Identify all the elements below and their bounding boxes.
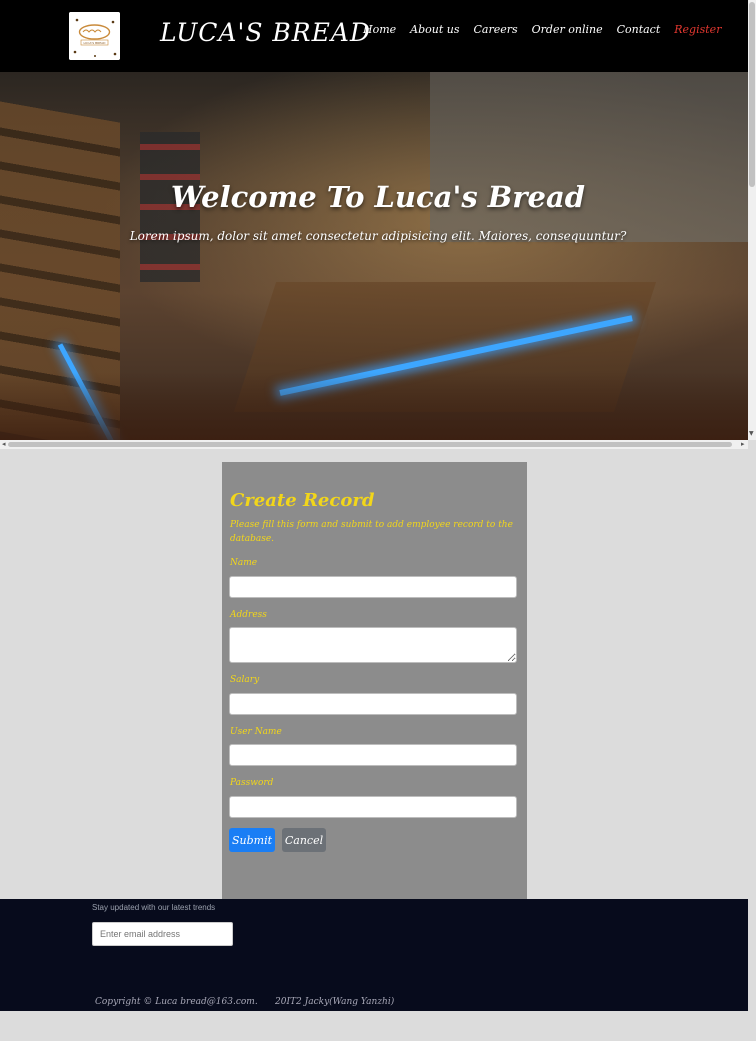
vertical-scrollbar[interactable]: ▼ [748, 0, 756, 440]
salary-label: Salary [230, 675, 260, 685]
password-label: Password [230, 778, 274, 788]
bread-logo-icon: LUCA'S BREAD [69, 12, 120, 60]
horizontal-scrollbar[interactable]: ◂ ▸ [0, 440, 748, 449]
email-input[interactable] [92, 922, 233, 946]
newsletter-text: Stay updated with our latest trends [92, 903, 216, 912]
brand-name[interactable]: LUCA'S BREAD [160, 18, 371, 47]
scroll-right-arrow-icon[interactable]: ▸ [741, 440, 745, 448]
hero-subtitle: Lorem ipsum, dolor sit amet consectetur … [129, 229, 627, 243]
cancel-button[interactable]: Cancel [282, 828, 326, 852]
nav-register[interactable]: Register [674, 23, 721, 36]
submit-button[interactable]: Submit [229, 828, 275, 852]
name-input[interactable] [229, 576, 517, 598]
nav-careers[interactable]: Careers [474, 23, 518, 36]
create-record-panel: Create Record Please fill this form and … [222, 462, 527, 899]
name-label: Name [230, 558, 258, 568]
form-title: Create Record [230, 490, 375, 511]
credit-text: 20IT2 Jacky(Wang Yanzhi) [275, 997, 395, 1007]
site-footer: Stay updated with our latest trends Copy… [0, 899, 748, 1011]
logo[interactable]: LUCA'S BREAD [69, 12, 120, 60]
copyright-text: Copyright © Luca bread@163.com. [95, 997, 258, 1007]
hero-image-floor [0, 372, 748, 440]
logo-text: LUCA'S BREAD [84, 41, 107, 45]
username-input[interactable] [229, 744, 517, 766]
site-header: LUCA'S BREAD LUCA'S BREAD Home About us … [0, 0, 748, 72]
address-textarea[interactable] [229, 627, 517, 663]
form-description: Please fill this form and submit to add … [230, 520, 513, 544]
salary-input[interactable] [229, 693, 517, 715]
hero-image-wall [430, 72, 748, 242]
hero-banner: Welcome To Luca's Bread Lorem ipsum, dol… [0, 72, 748, 440]
scroll-down-arrow-icon[interactable]: ▼ [749, 430, 754, 437]
scrollbar-thumb[interactable] [8, 442, 732, 447]
scroll-left-arrow-icon[interactable]: ◂ [2, 440, 6, 448]
password-input[interactable] [229, 796, 517, 818]
nav-about-us[interactable]: About us [410, 23, 459, 36]
hero-title: Welcome To Luca's Bread [170, 180, 586, 214]
address-label: Address [230, 610, 267, 620]
nav-home[interactable]: Home [363, 23, 396, 36]
scrollbar-thumb[interactable] [749, 2, 755, 187]
nav-order-online[interactable]: Order online [532, 23, 603, 36]
username-label: User Name [230, 727, 282, 737]
main-nav: Home About us Careers Order online Conta… [363, 23, 721, 36]
nav-contact[interactable]: Contact [617, 23, 661, 36]
